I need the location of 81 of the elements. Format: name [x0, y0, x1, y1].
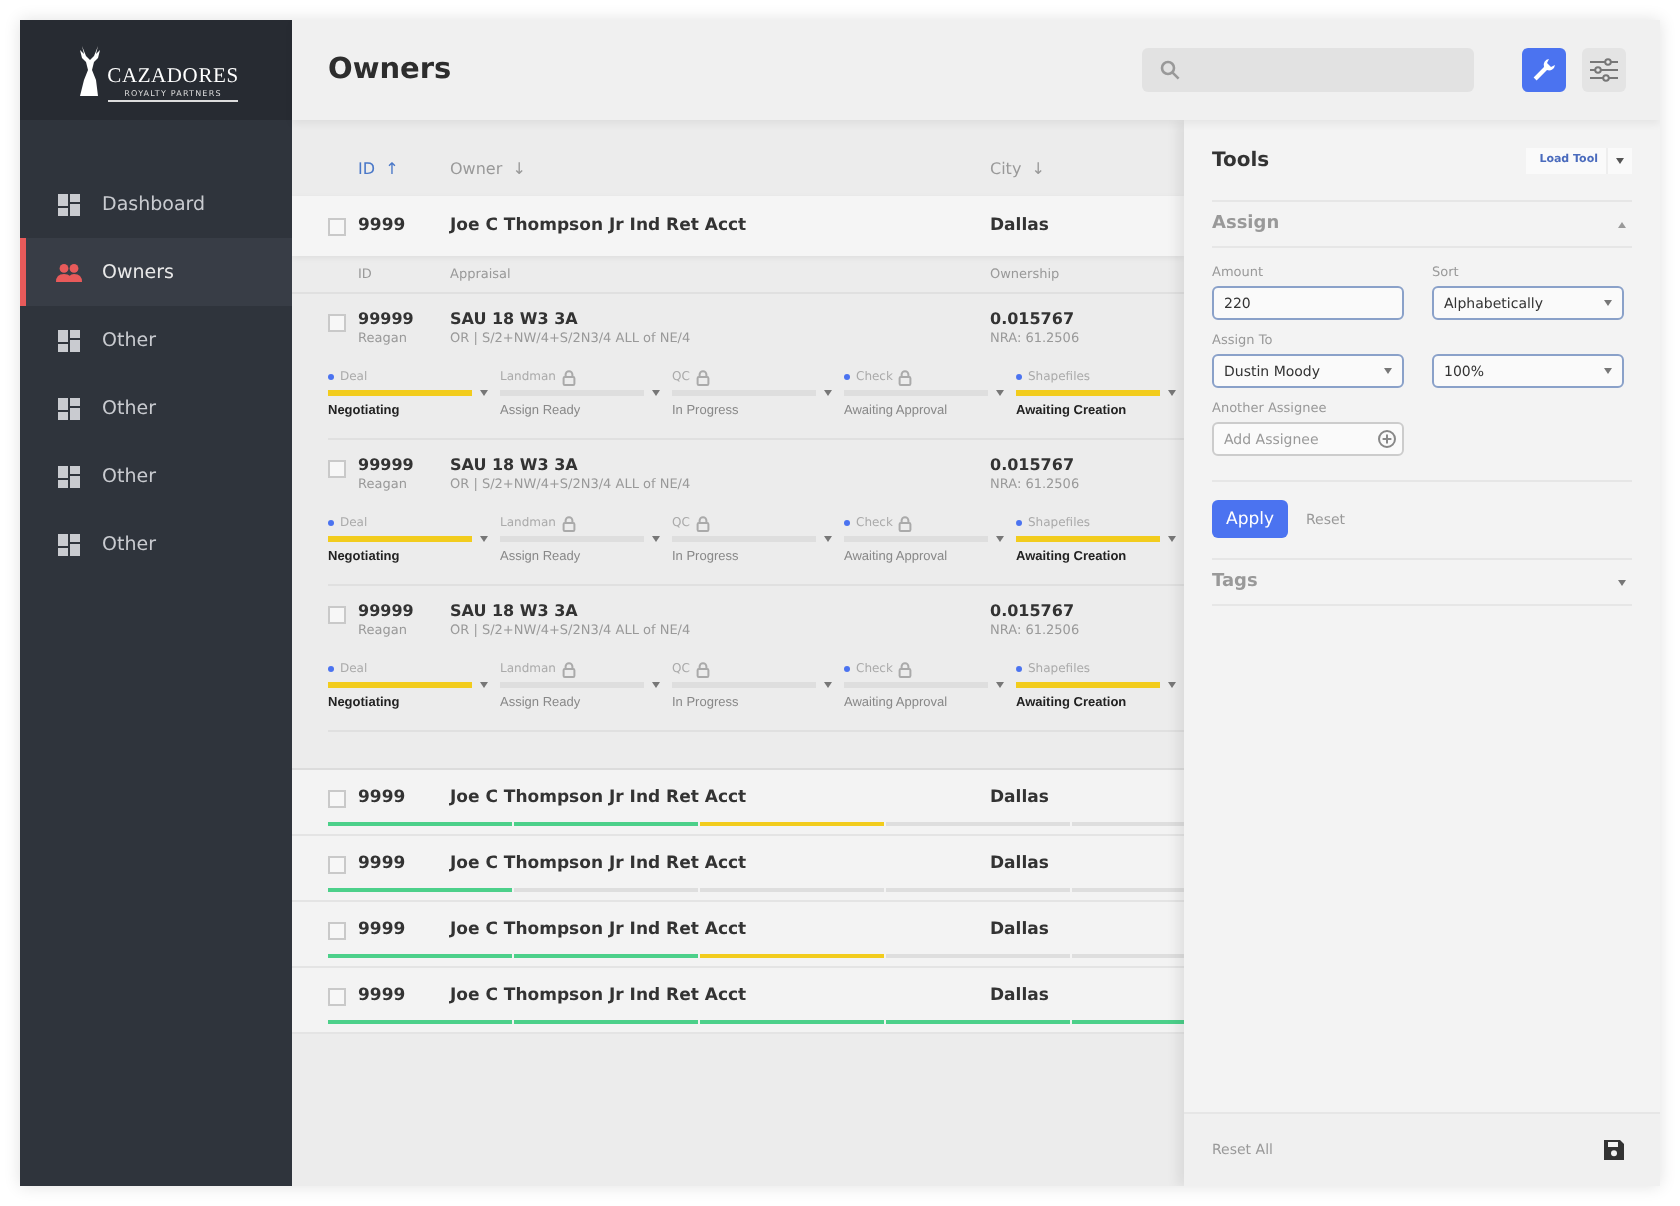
id-cell-text: 9999	[358, 920, 408, 940]
stage-dropdown[interactable]	[1016, 536, 1176, 542]
page-title: Owners	[328, 54, 454, 86]
grid-icon	[56, 465, 82, 487]
checkbox[interactable]	[328, 855, 346, 873]
checkbox[interactable]	[328, 987, 346, 1005]
sidebar-item[interactable]: Other	[20, 510, 292, 578]
status-dot	[1016, 374, 1022, 380]
checkbox[interactable]	[328, 606, 346, 624]
id-cell-text: 99999	[358, 310, 416, 330]
checkbox[interactable]	[328, 921, 346, 939]
sliders-icon	[1590, 58, 1618, 82]
id-cell-text: 9999	[358, 788, 408, 808]
city-cell: Dallas	[990, 854, 1049, 874]
status-dot	[328, 666, 334, 672]
sidebar-item[interactable]: Other	[20, 442, 292, 510]
people-icon	[56, 263, 82, 281]
lock-icon	[695, 515, 710, 531]
status-dot	[844, 520, 850, 526]
lock-icon	[695, 661, 710, 677]
stage-dropdown[interactable]	[328, 536, 488, 542]
panel-title: Tools	[1212, 149, 1270, 171]
status-dot	[844, 374, 850, 380]
apply-button[interactable]: Apply	[1212, 500, 1288, 538]
add-icon[interactable]	[1378, 430, 1396, 448]
grid-icon	[56, 397, 82, 419]
city-cell: Dallas	[990, 986, 1049, 1006]
owner-cell-text: Joe C Thompson Jr Ind Ret Acct	[450, 854, 749, 874]
checkbox[interactable]	[328, 789, 346, 807]
sidebar-item[interactable]: Dashboard	[20, 170, 292, 238]
checkbox[interactable]	[328, 217, 346, 235]
status-dot	[844, 666, 850, 672]
wrench-icon	[1532, 58, 1556, 82]
lock-icon	[561, 369, 576, 385]
stage-dropdown[interactable]	[328, 682, 488, 688]
id-cell-text: 9999	[358, 216, 408, 236]
tools-button[interactable]	[1522, 48, 1566, 92]
save-icon[interactable]	[1604, 1140, 1624, 1160]
lock-icon	[898, 515, 913, 531]
appraisal-cell-text: SAU 18 W3 3A	[450, 602, 580, 622]
sidebar-item[interactable]: Other	[20, 306, 292, 374]
owner-cell-text: Joe C Thompson Jr Ind Ret Acct	[450, 216, 749, 236]
id-cell-text: 9999	[358, 986, 408, 1006]
stage-dropdown[interactable]	[1016, 682, 1176, 688]
grid-icon	[56, 193, 82, 215]
id-cell-text: 9999	[358, 854, 408, 874]
status-dot	[1016, 666, 1022, 672]
lock-icon	[561, 661, 576, 677]
city-cell: Dallas	[990, 920, 1049, 940]
city-cell: Dallas	[990, 788, 1049, 808]
id-cell-text: 99999	[358, 602, 416, 622]
search-icon	[1160, 60, 1180, 80]
lock-icon	[695, 369, 710, 385]
status-dot	[328, 520, 334, 526]
stage-dropdown[interactable]	[1016, 390, 1176, 396]
grid-icon	[56, 329, 82, 351]
lock-icon	[898, 661, 913, 677]
stage-dropdown[interactable]	[328, 390, 488, 396]
id-cell-text: 99999	[358, 456, 416, 476]
lock-icon	[561, 515, 576, 531]
appraisal-cell-text: SAU 18 W3 3A	[450, 310, 580, 330]
sidebar-item[interactable]: Owners	[20, 238, 292, 306]
ownership-cell-text: 0.015767	[990, 310, 1077, 330]
owner-cell-text: Joe C Thompson Jr Ind Ret Acct	[450, 986, 749, 1006]
ownership-cell-text: 0.015767	[990, 602, 1077, 622]
filter-button[interactable]	[1582, 48, 1626, 92]
city-cell: Dallas	[990, 216, 1049, 236]
logo-name: CAZADORES	[107, 66, 239, 88]
status-dot	[328, 374, 334, 380]
sidebar-item[interactable]: Other	[20, 374, 292, 442]
status-dot	[1016, 520, 1022, 526]
grid-icon	[56, 533, 82, 555]
appraisal-cell-text: SAU 18 W3 3A	[450, 456, 580, 476]
owner-cell-text: Joe C Thompson Jr Ind Ret Acct	[450, 920, 749, 940]
lock-icon	[898, 369, 913, 385]
ownership-cell-text: 0.015767	[990, 456, 1077, 476]
column-header[interactable]: ID ↑	[358, 159, 450, 177]
owner-cell-text: Joe C Thompson Jr Ind Ret Acct	[450, 788, 749, 808]
search-field[interactable]	[1142, 48, 1474, 92]
checkbox[interactable]	[328, 460, 346, 478]
checkbox[interactable]	[328, 314, 346, 332]
